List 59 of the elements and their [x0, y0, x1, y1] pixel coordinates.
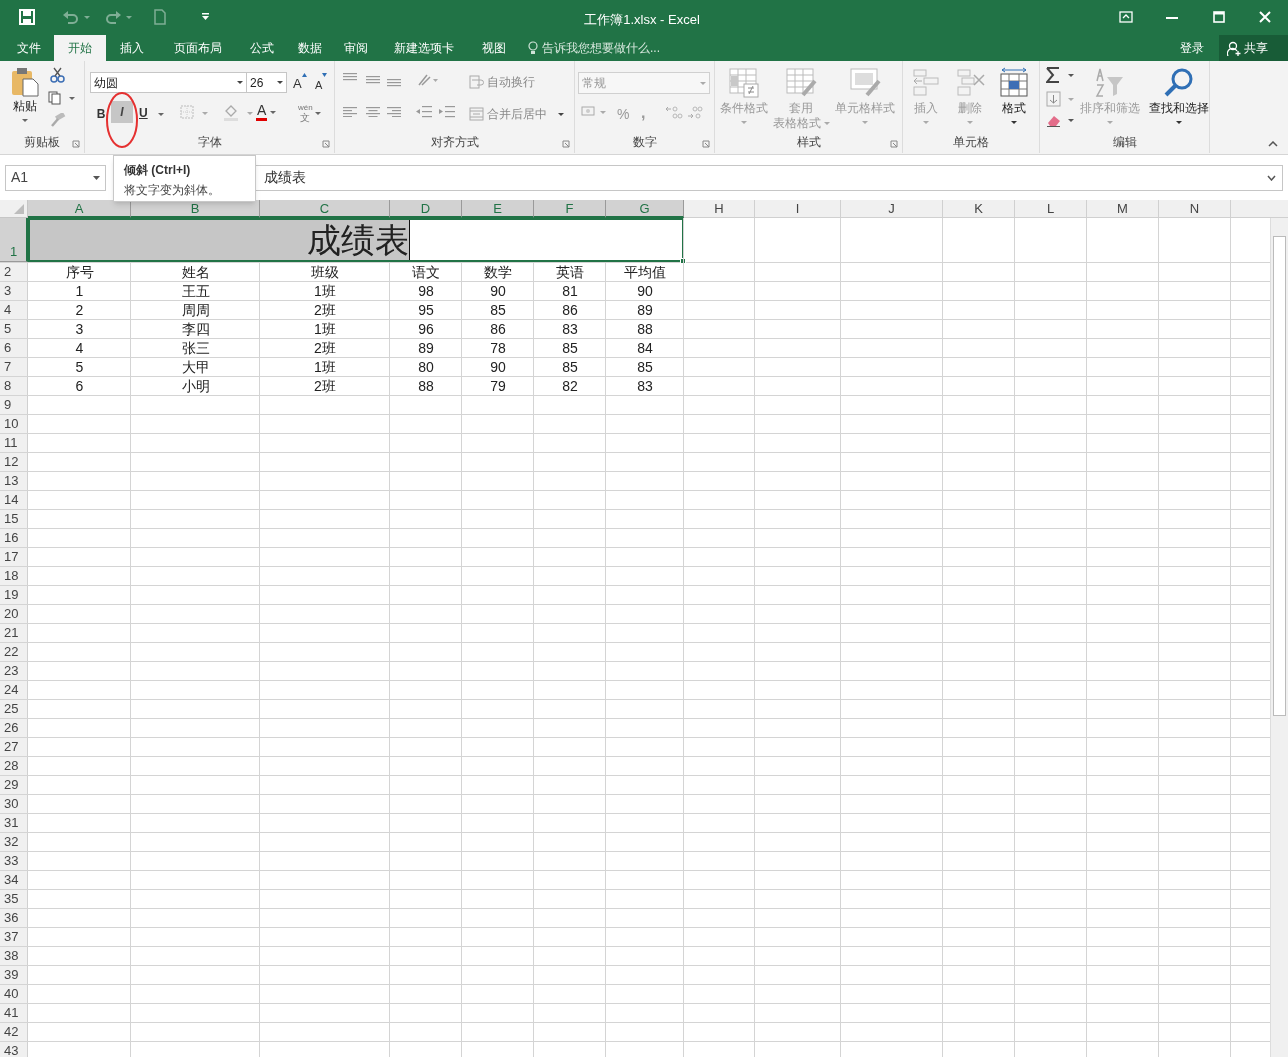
- table-cell-text: 98: [417, 282, 435, 300]
- group-label: 字体: [196, 134, 223, 151]
- table-cell-text: 86: [489, 320, 507, 338]
- table-cell-text: 4: [74, 339, 85, 357]
- table-cell-text: 85: [636, 358, 654, 376]
- title-text: 成绩表: [307, 220, 409, 260]
- table-cell-text: 5: [74, 358, 85, 376]
- table-cell-text: 1班: [313, 320, 337, 338]
- window-title: 工作簿1.xlsx - Excel: [583, 11, 701, 29]
- table-cell-text: 王五: [180, 282, 211, 300]
- table-cell-text: 81: [561, 282, 579, 300]
- table-cell-text: 2: [74, 301, 85, 319]
- table-cell-text: 小明: [180, 377, 211, 395]
- table-cell-text: 85: [561, 358, 579, 376]
- table-cell-text: 姓名: [180, 263, 211, 281]
- table-cell-text: 班级: [310, 263, 340, 281]
- table-cell-text: 83: [636, 377, 654, 395]
- table-cell-text: 6: [74, 377, 85, 395]
- group-label: 数字: [631, 134, 658, 151]
- table-cell-text: 数学: [483, 263, 513, 281]
- table-cell-text: 语文: [411, 263, 441, 281]
- table-cell-text: 82: [561, 377, 579, 395]
- table-cell-text: 89: [417, 339, 435, 357]
- table-cell-text: 78: [489, 339, 507, 357]
- table-cell-text: 1班: [313, 282, 337, 300]
- table-cell-text: 张三: [180, 339, 211, 357]
- table-cell-text: 90: [489, 358, 507, 376]
- table-cell-text: 1班: [313, 358, 337, 376]
- table-cell-text: 大甲: [180, 358, 211, 376]
- table-cell-text: 3: [74, 320, 85, 338]
- table-cell-text: 李四: [180, 320, 211, 338]
- table-cell-text: 2班: [313, 301, 337, 319]
- group-label: 单元格: [952, 134, 990, 151]
- table-cell-text: 2班: [313, 377, 337, 395]
- group-label: 编辑: [1111, 134, 1138, 151]
- table-cell-text: 序号: [64, 263, 95, 281]
- table-cell-text: 88: [636, 320, 654, 338]
- tooltip-title: 倾斜 (Ctrl+I): [124, 162, 192, 178]
- group-label: 对齐方式: [429, 134, 480, 151]
- table-cell-text: 90: [636, 282, 654, 300]
- table-cell-text: 90: [489, 282, 507, 300]
- group-label: 样式: [795, 134, 822, 151]
- table-cell-text: 95: [417, 301, 435, 319]
- table-cell-text: 83: [561, 320, 579, 338]
- table-cell-text: 79: [489, 377, 507, 395]
- table-cell-text: 89: [636, 301, 654, 319]
- table-cell-text: 86: [561, 301, 579, 319]
- table-cell-text: 平均值: [623, 263, 667, 281]
- table-cell-text: 84: [636, 339, 654, 357]
- table-cell-text: 85: [561, 339, 579, 357]
- table-cell-text: 85: [489, 301, 507, 319]
- group-label: 剪贴板: [23, 134, 61, 151]
- table-cell-text: 英语: [555, 263, 585, 281]
- table-cell-text: 1: [74, 282, 85, 300]
- table-cell-text: 80: [417, 358, 435, 376]
- table-cell-text: 96: [417, 320, 435, 338]
- table-cell-text: 88: [417, 377, 435, 395]
- table-cell-text: 2班: [313, 339, 337, 357]
- table-cell-text: 周周: [180, 301, 211, 319]
